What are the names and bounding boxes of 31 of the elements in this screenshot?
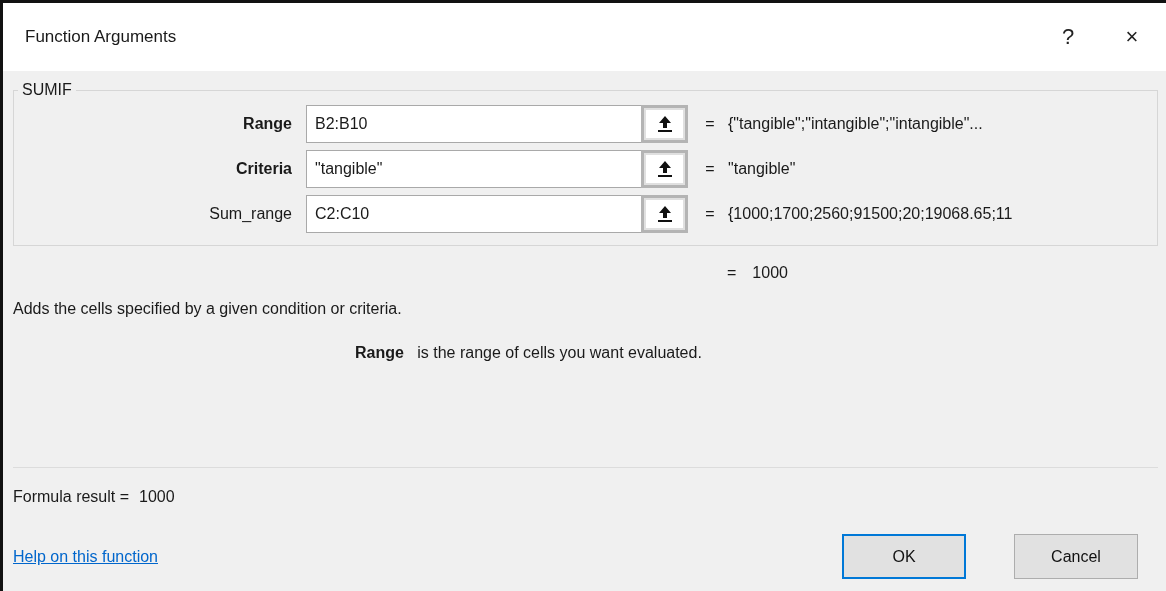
argument-label: Sum_range [208, 205, 293, 223]
function-result: 1000 [752, 264, 788, 282]
help-link[interactable]: Help on this function [13, 547, 794, 566]
argument-label: Range [242, 115, 293, 133]
argument-result: "tangible" [728, 160, 797, 178]
argument-description: Range is the range of cells you want evaluated. [355, 344, 703, 362]
argument-result: {1000;1700;2560;91500;20;19068.65;11 [728, 205, 1014, 223]
help-button[interactable]: ? [1038, 17, 1098, 57]
argument-field[interactable]: C2:C10 [306, 195, 642, 233]
argument-field[interactable]: "tangible" [306, 150, 642, 188]
window-title: Function Arguments [25, 27, 178, 47]
equals-sign: = [727, 264, 737, 282]
ok-button[interactable]: OK [842, 534, 966, 579]
argument-result: {"tangible";"intangible";"intangible"... [728, 115, 984, 133]
argument-label: Criteria [234, 160, 293, 178]
upload-arrow-icon [656, 160, 673, 178]
upload-arrow-icon [656, 205, 673, 223]
equals-sign: = [704, 160, 716, 178]
argument-field[interactable]: B2:B10 [306, 105, 642, 143]
collapse-button[interactable] [641, 150, 688, 188]
formula-result-label: Formula result = [13, 488, 130, 506]
equals-sign: = [704, 205, 716, 223]
equals-sign: = [704, 115, 716, 133]
cancel-button[interactable]: Cancel [1014, 534, 1138, 579]
function-description: Adds the cells specified by a given condition or criteria. [13, 300, 403, 318]
collapse-button[interactable] [641, 105, 688, 143]
function-name: SUMIF [21, 81, 73, 99]
collapse-button[interactable] [641, 195, 688, 233]
upload-arrow-icon [656, 115, 673, 133]
close-button[interactable]: × [1102, 17, 1162, 57]
formula-result-value: 1000 [139, 488, 175, 506]
